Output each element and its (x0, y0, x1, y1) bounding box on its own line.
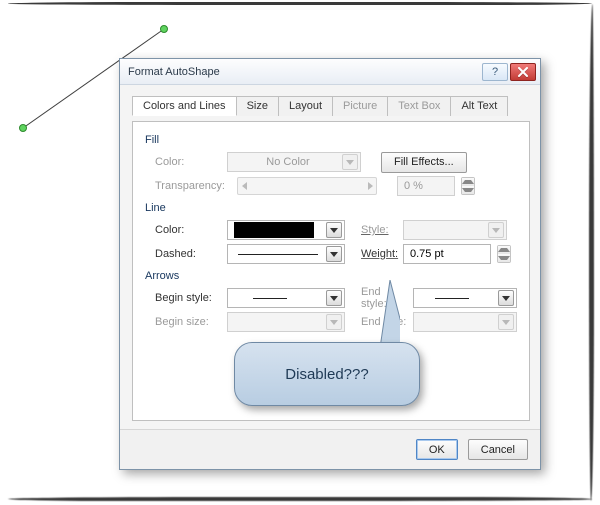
page-edge-top (8, 2, 592, 5)
arrow-sample-icon (435, 298, 469, 299)
line-color-swatch (234, 222, 314, 238)
dialog-title: Format AutoShape (128, 66, 480, 78)
chevron-down-icon (488, 222, 504, 238)
end-style-label: End style: (351, 286, 407, 310)
fill-effects-button[interactable]: Fill Effects... (381, 152, 467, 173)
line-handle-end[interactable] (161, 26, 168, 33)
slider-left-icon (240, 181, 248, 191)
chevron-down-icon[interactable] (498, 290, 514, 306)
spin-up-icon (462, 178, 474, 186)
line-style-dropdown (403, 220, 507, 240)
dialog-footer: OK Cancel (120, 429, 540, 469)
fill-color-dropdown: No Color (227, 152, 361, 172)
fill-color-label: Color: (145, 156, 221, 168)
help-icon: ? (492, 66, 498, 78)
close-button[interactable] (510, 63, 536, 81)
group-arrows-label: Arrows (145, 270, 517, 282)
help-button[interactable]: ? (482, 63, 508, 81)
transparency-label: Transparency: (145, 180, 231, 192)
tab-alt-text[interactable]: Alt Text (451, 96, 508, 116)
transparency-slider (237, 177, 377, 195)
tab-colors-and-lines[interactable]: Colors and Lines (132, 96, 237, 116)
chevron-down-icon[interactable] (326, 290, 342, 306)
arrow-sample-icon (253, 298, 287, 299)
transparency-value: 0 % (397, 176, 455, 196)
tab-picture: Picture (333, 96, 388, 116)
chevron-down-icon (326, 314, 342, 330)
line-color-label: Color: (145, 224, 221, 236)
cancel-button[interactable]: Cancel (468, 439, 528, 460)
begin-style-label: Begin style: (145, 292, 221, 304)
page-edge-bottom (8, 497, 592, 501)
chevron-down-icon (342, 154, 358, 170)
line-dashed-dropdown[interactable] (227, 244, 345, 264)
slider-right-icon (366, 181, 374, 191)
chevron-down-icon[interactable] (326, 222, 342, 238)
format-autoshape-dialog: Format AutoShape ? Colors and Lines Size… (119, 58, 541, 470)
begin-style-dropdown[interactable] (227, 288, 345, 308)
dashed-sample-icon (238, 254, 318, 255)
line-style-label: Style: (351, 224, 397, 236)
chevron-down-icon (498, 314, 514, 330)
line-weight-input[interactable]: 0.75 pt (403, 244, 491, 264)
line-dashed-label: Dashed: (145, 248, 221, 260)
end-style-dropdown[interactable] (413, 288, 517, 308)
spin-up-icon[interactable] (498, 246, 510, 254)
end-size-label: End size: (351, 316, 407, 328)
tab-text-box: Text Box (388, 96, 451, 116)
line-weight-spinner[interactable] (497, 245, 511, 263)
group-fill-label: Fill (145, 134, 517, 146)
group-line-label: Line (145, 202, 517, 214)
ok-button[interactable]: OK (416, 439, 458, 460)
spin-down-icon (462, 186, 474, 194)
chevron-down-icon[interactable] (326, 246, 342, 262)
begin-size-label: Begin size: (145, 316, 221, 328)
tab-size[interactable]: Size (237, 96, 279, 116)
line-color-dropdown[interactable] (227, 220, 345, 240)
annotation-callout: Disabled??? (234, 342, 420, 406)
callout-text: Disabled??? (285, 366, 368, 383)
line-handle-start[interactable] (20, 125, 27, 132)
begin-size-dropdown (227, 312, 345, 332)
spin-down-icon[interactable] (498, 254, 510, 262)
fill-color-value: No Color (266, 156, 309, 168)
page-edge-right (589, 4, 594, 501)
close-icon (517, 67, 529, 77)
tab-strip: Colors and Lines Size Layout Picture Tex… (132, 95, 528, 115)
tab-layout[interactable]: Layout (279, 96, 333, 116)
transparency-spinner (461, 177, 475, 195)
end-size-dropdown (413, 312, 517, 332)
titlebar[interactable]: Format AutoShape ? (120, 59, 540, 85)
line-weight-label: Weight: (351, 248, 397, 260)
